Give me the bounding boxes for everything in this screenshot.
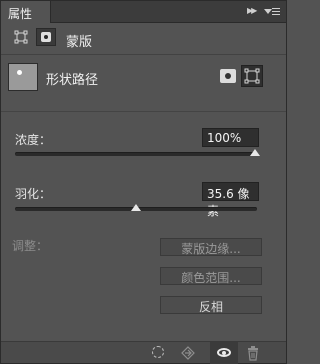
properties-panel: 属性 ▶▶ 蒙版 形状路径 浓度： 100% 羽化： 35.6 像素 调整： 蒙…	[0, 0, 287, 364]
density-slider-thumb[interactable]	[250, 149, 260, 156]
eye-icon[interactable]	[210, 342, 238, 364]
double-chevron-right-icon[interactable]: ▶▶	[247, 6, 261, 18]
divider	[1, 54, 286, 55]
color-range-button[interactable]: 颜色范围...	[160, 267, 262, 285]
vector-mask-mode-icon[interactable]	[14, 30, 28, 44]
feather-input[interactable]: 35.6 像素	[202, 182, 259, 218]
density-label: 浓度：	[15, 133, 52, 147]
trash-icon[interactable]	[245, 345, 261, 361]
panel-menu-icon[interactable]	[264, 6, 280, 18]
density-slider-track[interactable]	[15, 152, 257, 156]
pixel-mask-mode-icon[interactable]	[36, 28, 56, 46]
shape-path-thumbnail[interactable]	[8, 63, 38, 91]
shape-path-label: 形状路径	[46, 73, 99, 88]
vector-mask-icon[interactable]	[241, 65, 263, 87]
load-selection-icon[interactable]	[152, 346, 164, 358]
tab-properties[interactable]: 属性	[1, 1, 51, 23]
panel-footer	[1, 341, 286, 364]
invert-button[interactable]: 反相	[160, 296, 262, 314]
mask-mode-row: 蒙版	[1, 24, 286, 54]
density-input[interactable]: 100%	[202, 128, 259, 147]
mask-edge-button[interactable]: 蒙版边缘...	[160, 238, 262, 256]
feather-label: 羽化：	[15, 187, 52, 201]
divider	[1, 111, 286, 112]
panel-titlebar: 属性 ▶▶	[1, 1, 286, 23]
mode-title: 蒙版	[66, 35, 93, 50]
apply-mask-icon[interactable]	[180, 345, 196, 361]
pixel-mask-icon[interactable]	[220, 69, 236, 83]
adjust-label: 调整：	[12, 239, 49, 253]
feather-slider-thumb[interactable]	[131, 204, 141, 211]
